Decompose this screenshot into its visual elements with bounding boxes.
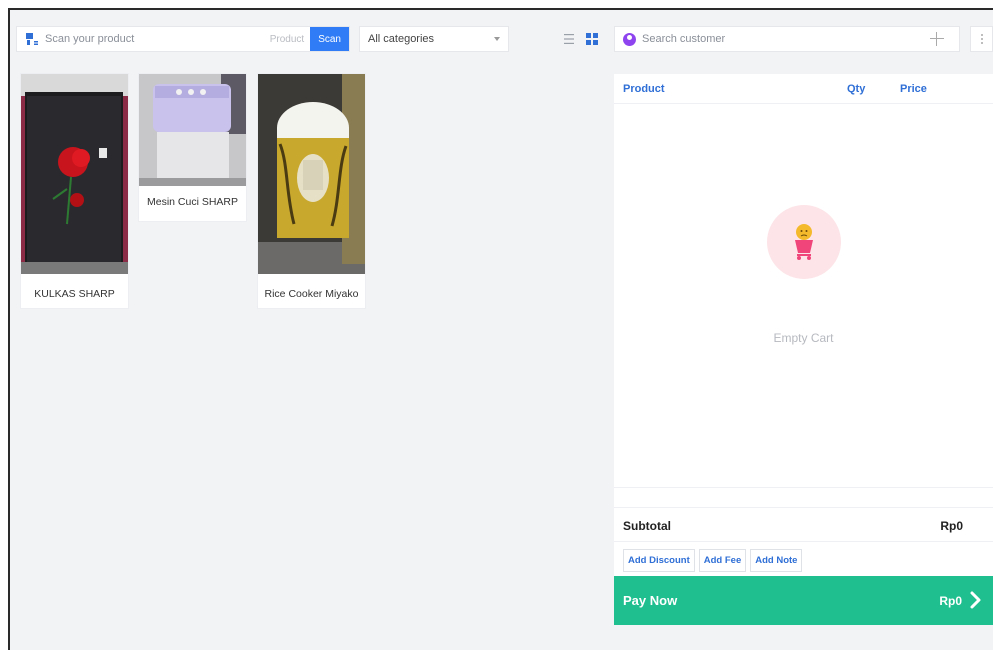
- scan-bar: Product Scan: [16, 26, 350, 52]
- product-card[interactable]: Mesin Cuci SHARP: [139, 74, 246, 221]
- scan-product-input[interactable]: [39, 33, 264, 45]
- subtotal-label: Subtotal: [623, 519, 671, 533]
- product-name: Mesin Cuci SHARP: [146, 196, 239, 208]
- customer-search-bar: [614, 26, 960, 52]
- subtotal-value: Rp0: [940, 519, 963, 533]
- product-image-washing-machine: [139, 74, 246, 186]
- product-name: KULKAS SHARP: [34, 288, 115, 300]
- col-product: Product: [623, 83, 665, 95]
- dot: [980, 42, 983, 44]
- barcode-scanner-icon: [26, 33, 38, 45]
- product-name: Rice Cooker Miyako: [264, 288, 359, 300]
- pay-now-amount: Rp0: [939, 593, 962, 608]
- dot: [980, 38, 983, 40]
- add-fee-button[interactable]: Add Fee: [698, 549, 747, 572]
- customer-search-input[interactable]: [636, 33, 929, 45]
- col-qty: Qty: [847, 83, 866, 95]
- sad-cart-icon: [795, 224, 813, 260]
- empty-cart-text: Empty Cart: [773, 331, 834, 345]
- product-image-rice-cooker: [258, 74, 365, 274]
- mode-product-button[interactable]: Product: [264, 27, 310, 51]
- grid-view-icon[interactable]: [586, 33, 598, 45]
- add-note-button[interactable]: Add Note: [750, 549, 803, 572]
- category-select-value: All categories: [368, 33, 435, 45]
- more-options-button[interactable]: [970, 26, 993, 52]
- product-card[interactable]: Rice Cooker Miyako: [258, 74, 365, 308]
- pay-now-button[interactable]: Pay Now Rp0: [614, 576, 993, 625]
- col-price: Price: [900, 83, 927, 95]
- product-card[interactable]: KULKAS SHARP: [21, 74, 128, 308]
- cart-header: Product Qty Price: [614, 74, 993, 104]
- product-image-refrigerator: [21, 74, 128, 274]
- caret-down-icon: [494, 37, 500, 41]
- list-view-icon[interactable]: [562, 33, 576, 45]
- mode-scan-button[interactable]: Scan: [310, 27, 349, 51]
- category-select[interactable]: All categories: [359, 26, 509, 52]
- chevron-right-icon: [970, 591, 981, 609]
- pay-now-label: Pay Now: [623, 593, 678, 608]
- dot: [980, 34, 983, 36]
- subtotal-row: Subtotal Rp0: [614, 508, 993, 542]
- empty-cart-illustration: [767, 205, 841, 279]
- divider: [614, 487, 993, 488]
- add-discount-button[interactable]: Add Discount: [623, 549, 695, 572]
- customer-icon: [623, 32, 636, 46]
- cart-actions: Add Discount Add Fee Add Note: [623, 549, 803, 572]
- add-customer-icon[interactable]: [929, 31, 945, 47]
- cart-panel: Product Qty Price Empty Cart Subtotal Rp…: [614, 74, 993, 625]
